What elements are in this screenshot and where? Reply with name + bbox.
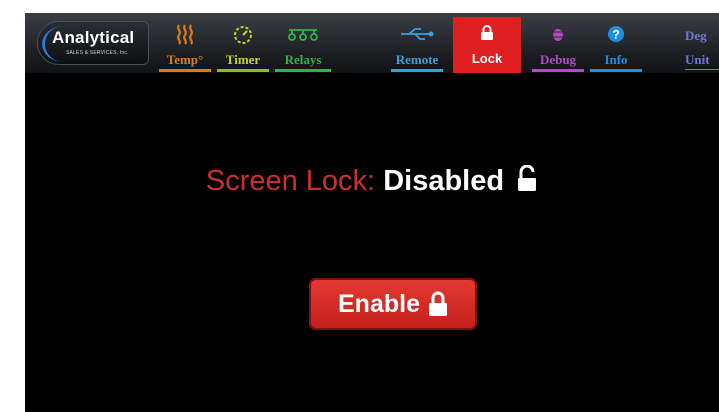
heat-coil-icon bbox=[155, 22, 215, 46]
unlocked-icon bbox=[518, 164, 537, 191]
info-icon: ? bbox=[586, 22, 646, 46]
tab-underline bbox=[685, 69, 719, 70]
lock-icon bbox=[453, 21, 521, 45]
brand-name: Analytical bbox=[52, 28, 135, 47]
tab-underline bbox=[590, 69, 642, 72]
tab-temp[interactable]: Temp° bbox=[155, 18, 215, 72]
brand-subtitle: SALES & SERVICES, Inc. bbox=[66, 50, 129, 56]
tab-label: Temp° bbox=[166, 52, 204, 67]
lock-status-message: Screen Lock: Disabled bbox=[25, 164, 719, 198]
tab-label: Debug bbox=[539, 52, 577, 67]
tab-label: Lock bbox=[471, 51, 503, 66]
tab-debug[interactable]: Debug bbox=[528, 18, 588, 72]
tab-underline bbox=[391, 69, 443, 72]
enable-lock-button[interactable]: Enable bbox=[309, 278, 477, 330]
usb-icon bbox=[387, 22, 447, 46]
device-screen: Analytical SALES & SERVICES, Inc. Temp° … bbox=[25, 13, 719, 412]
tab-timer[interactable]: Timer bbox=[213, 18, 273, 72]
tab-label: Unit bbox=[685, 52, 710, 67]
tab-label: Info bbox=[604, 52, 628, 67]
tab-lock[interactable]: Lock bbox=[453, 17, 521, 73]
svg-text:?: ? bbox=[612, 28, 619, 42]
tab-underline bbox=[159, 69, 211, 72]
status-value: Disabled bbox=[383, 165, 505, 197]
tab-relays[interactable]: Relays bbox=[271, 18, 335, 72]
tab-underline bbox=[532, 69, 584, 72]
tab-remote[interactable]: Remote bbox=[387, 18, 447, 72]
bug-icon bbox=[528, 22, 588, 46]
enable-button-label: Enable bbox=[338, 289, 420, 318]
timer-icon bbox=[213, 22, 273, 46]
tab-underline bbox=[275, 69, 331, 72]
tab-top-label: Deg bbox=[685, 28, 707, 43]
status-label: Screen Lock: bbox=[205, 165, 376, 197]
tab-label: Relays bbox=[284, 52, 322, 67]
brand-logo: Analytical SALES & SERVICES, Inc. bbox=[37, 21, 149, 65]
tab-underline bbox=[217, 69, 269, 72]
tab-label: Remote bbox=[395, 52, 439, 67]
tab-label: Timer bbox=[225, 52, 261, 67]
tab-info[interactable]: ? Info bbox=[586, 18, 646, 72]
tab-unit[interactable]: Deg Unit bbox=[657, 18, 719, 70]
lock-icon bbox=[428, 291, 447, 316]
top-navigation-bar: Analytical SALES & SERVICES, Inc. Temp° … bbox=[25, 13, 719, 73]
relays-icon bbox=[271, 22, 335, 46]
